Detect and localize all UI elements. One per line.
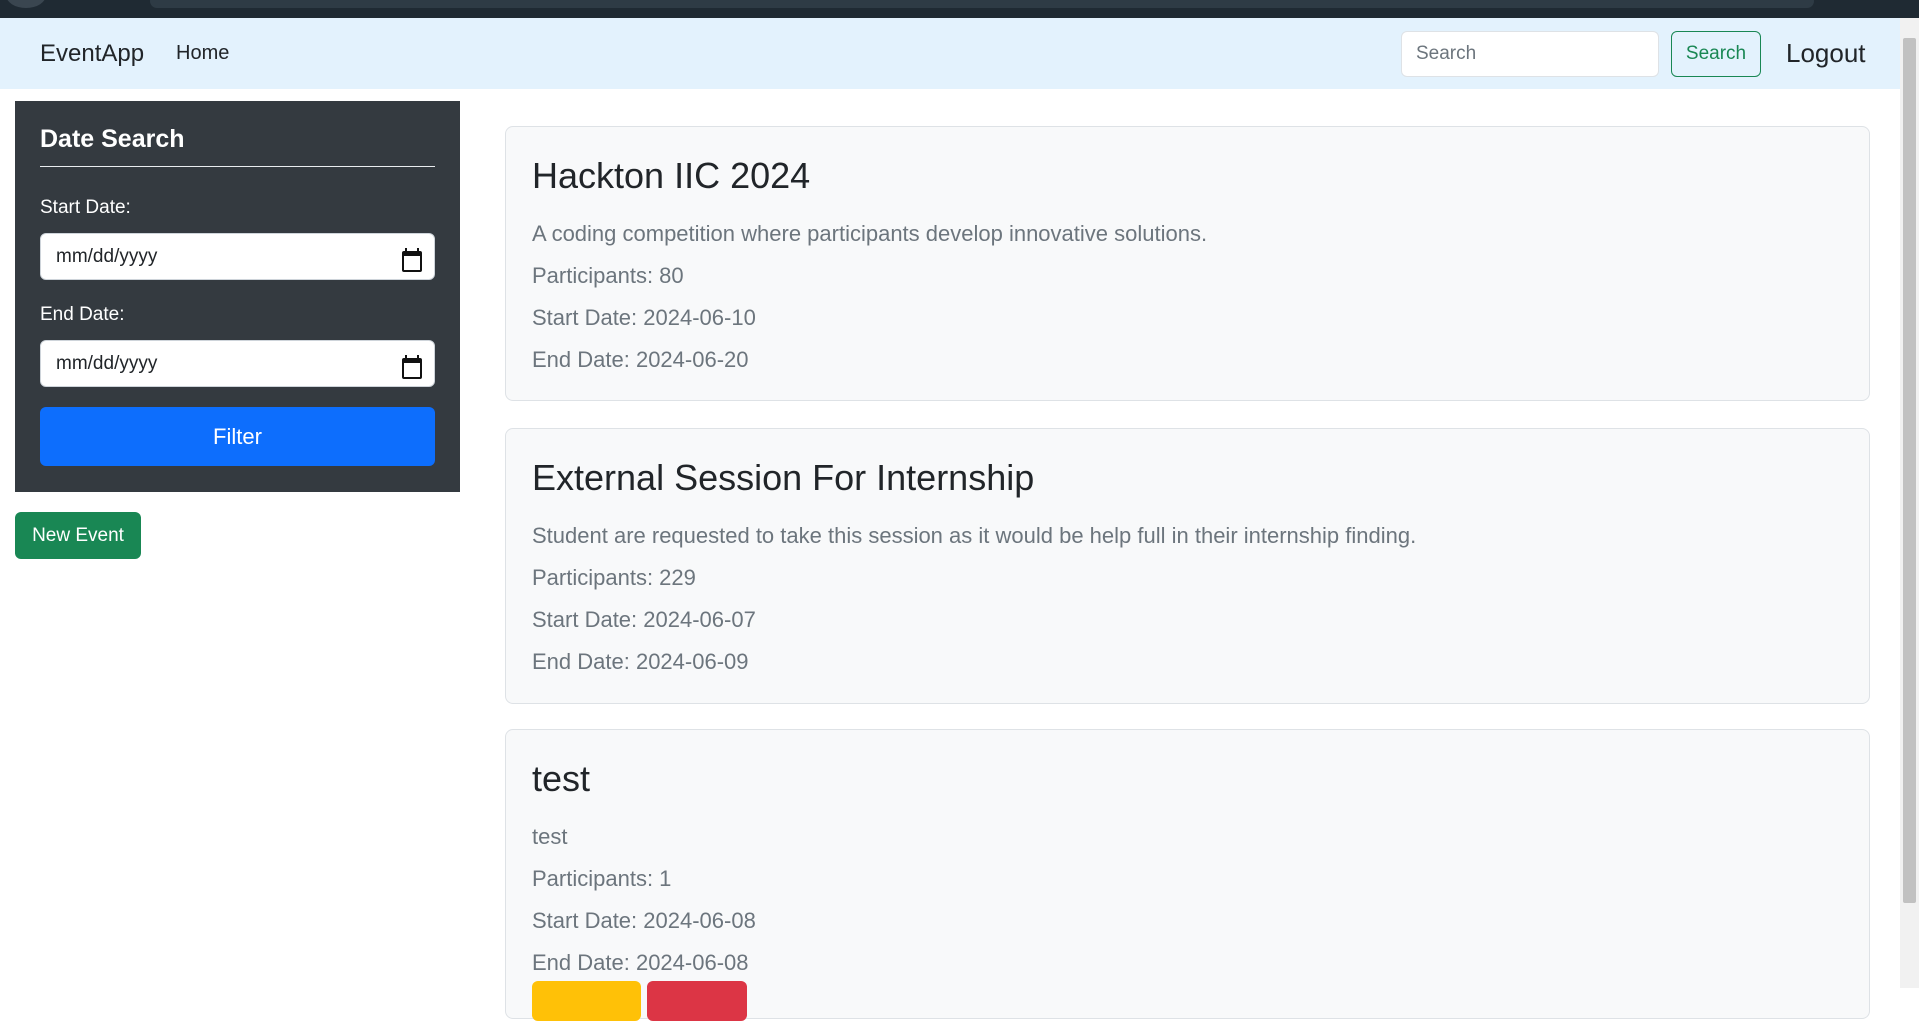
end-date-input[interactable]: mm/dd/yyyy: [40, 340, 435, 387]
browser-address-bar[interactable]: [150, 0, 1814, 8]
brand-link[interactable]: EventApp: [40, 40, 144, 68]
filter-button[interactable]: Filter: [40, 407, 435, 466]
event-card: Hackton IIC 2024 A coding competition wh…: [505, 126, 1870, 401]
event-description: test: [532, 824, 568, 849]
logout-link[interactable]: Logout: [1786, 38, 1866, 69]
start-date-input[interactable]: mm/dd/yyyy: [40, 233, 435, 280]
event-title: test: [532, 758, 591, 799]
event-participants: Participants: 80: [532, 263, 684, 288]
event-participants: Participants: 1: [532, 866, 672, 891]
start-date-value: mm/dd/yyyy: [56, 245, 158, 267]
edit-event-button[interactable]: [532, 981, 641, 1021]
calendar-icon[interactable]: [401, 354, 422, 379]
calendar-icon[interactable]: [401, 247, 422, 272]
date-search-panel: Date Search Start Date: mm/dd/yyyy End D…: [15, 101, 460, 492]
page-scrollbar[interactable]: [1900, 18, 1919, 988]
search-button[interactable]: Search: [1671, 30, 1761, 77]
event-title: External Session For Internship: [532, 457, 1035, 498]
event-start-date: Start Date: 2024-06-10: [532, 305, 756, 330]
start-date-label: Start Date:: [40, 197, 131, 218]
end-date-label: End Date:: [40, 304, 125, 325]
browser-chrome-strip: [0, 0, 1919, 18]
browser-back-icon[interactable]: [6, 0, 46, 8]
event-description: Student are requested to take this sessi…: [532, 523, 1417, 548]
event-end-date: End Date: 2024-06-09: [532, 649, 749, 674]
scrollbar-thumb[interactable]: [1903, 38, 1916, 903]
event-start-date: Start Date: 2024-06-08: [532, 908, 756, 933]
top-navbar: EventApp Home Search Logout: [0, 18, 1900, 89]
event-end-date: End Date: 2024-06-08: [532, 950, 749, 975]
event-participants: Participants: 229: [532, 565, 696, 590]
event-card: test test Participants: 1 Start Date: 20…: [505, 729, 1870, 1021]
new-event-button[interactable]: New Event: [15, 512, 141, 559]
nav-home-link[interactable]: Home: [176, 42, 229, 65]
event-description: A coding competition where participants …: [532, 221, 1208, 246]
event-start-date: Start Date: 2024-06-07: [532, 607, 756, 632]
search-input[interactable]: [1401, 30, 1659, 77]
end-date-value: mm/dd/yyyy: [56, 352, 158, 374]
event-title: Hackton IIC 2024: [532, 155, 811, 196]
event-card: External Session For Internship Student …: [505, 428, 1870, 704]
event-end-date: End Date: 2024-06-20: [532, 347, 749, 372]
date-search-title: Date Search: [40, 125, 435, 167]
delete-event-button[interactable]: [647, 981, 747, 1021]
